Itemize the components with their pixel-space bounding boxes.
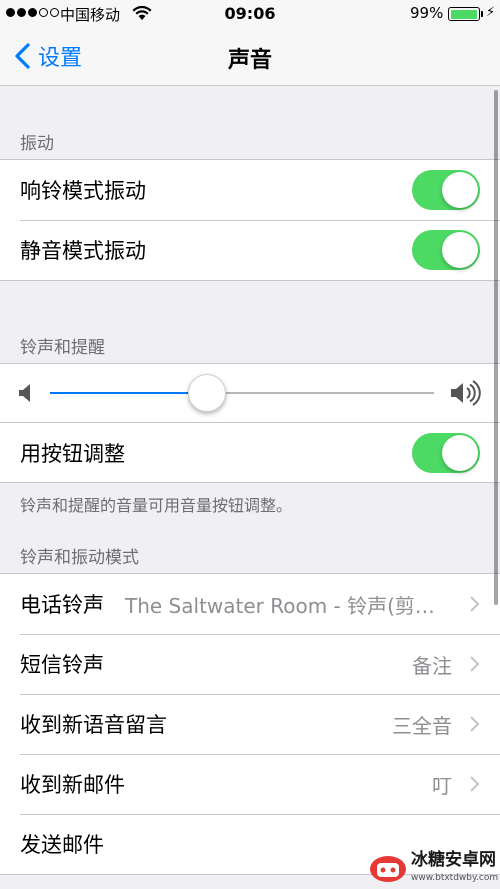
scrollbar[interactable] — [494, 90, 498, 605]
volume-high-icon — [451, 380, 481, 406]
setting-label: 电话铃声 — [20, 593, 104, 617]
setting-row-text-tone[interactable]: 短信铃声 备注 — [0, 634, 500, 694]
setting-row-vibrate-on-ring: 响铃模式振动 — [0, 160, 500, 220]
toggle-knob — [442, 435, 478, 471]
volume-slider-row — [0, 364, 500, 422]
setting-row-new-mail[interactable]: 收到新邮件 叮 — [0, 754, 500, 814]
setting-row-ringtone[interactable]: 电话铃声 The Saltwater Room - 铃声(剪… — [0, 574, 500, 634]
status-bar: 中国移动 09:06 99% ⚡ — [0, 0, 500, 28]
battery-icon — [448, 7, 480, 21]
setting-label: 收到新语音留言 — [20, 713, 167, 737]
section-header-sounds: 铃声和振动模式 — [20, 548, 139, 568]
watermark: 冰糖安卓网 www.btxtdwby.com — [368, 848, 500, 889]
setting-row-new-voicemail[interactable]: 收到新语音留言 三全音 — [0, 694, 500, 754]
vibrate-on-silent-toggle[interactable] — [412, 230, 480, 270]
toggle-knob — [442, 172, 478, 208]
setting-label: 响铃模式振动 — [20, 179, 146, 203]
setting-row-change-with-buttons: 用按钮调整 — [0, 422, 500, 482]
setting-label: 发送邮件 — [20, 833, 104, 857]
chevron-right-icon — [470, 716, 480, 732]
setting-label: 静音模式振动 — [20, 239, 146, 263]
setting-value: 三全音 — [392, 714, 452, 738]
watermark-name: 冰糖安卓网 — [411, 849, 496, 870]
setting-value: 备注 — [412, 654, 452, 678]
charging-icon: ⚡ — [486, 5, 496, 20]
chevron-right-icon — [470, 656, 480, 672]
navigation-bar: 设置 声音 — [0, 28, 500, 86]
volume-slider-fill — [50, 392, 208, 394]
section-header-ringer: 铃声和提醒 — [20, 338, 105, 358]
vibrate-on-ring-toggle[interactable] — [412, 170, 480, 210]
setting-label: 短信铃声 — [20, 653, 104, 677]
page-title: 声音 — [227, 48, 272, 73]
change-with-buttons-toggle[interactable] — [412, 433, 480, 473]
volume-slider-thumb[interactable] — [188, 374, 227, 412]
toggle-knob — [442, 232, 478, 268]
section-header-vibrate: 振动 — [20, 134, 54, 154]
setting-label: 收到新邮件 — [20, 773, 125, 797]
chevron-right-icon — [470, 776, 480, 792]
ringer-footer-note: 铃声和提醒的音量可用音量按钮调整。 — [20, 496, 293, 515]
battery-tip — [481, 11, 483, 17]
watermark-logo-icon — [370, 855, 406, 882]
chevron-right-icon — [470, 596, 480, 612]
watermark-url: www.btxtdwby.com — [411, 872, 499, 883]
ringer-group: 用按钮调整 — [0, 363, 500, 483]
battery-percentage: 99% — [410, 4, 444, 22]
setting-value: The Saltwater Room - 铃声(剪… — [125, 594, 435, 618]
setting-label: 用按钮调整 — [20, 442, 125, 466]
setting-row-vibrate-on-silent: 静音模式振动 — [0, 220, 500, 280]
sounds-group: 电话铃声 The Saltwater Room - 铃声(剪… 短信铃声 备注 … — [0, 573, 500, 875]
setting-value: 叮 — [432, 774, 452, 798]
volume-slider[interactable] — [50, 374, 434, 412]
vibrate-group: 响铃模式振动 静音模式振动 — [0, 159, 500, 281]
volume-low-icon — [19, 384, 30, 402]
